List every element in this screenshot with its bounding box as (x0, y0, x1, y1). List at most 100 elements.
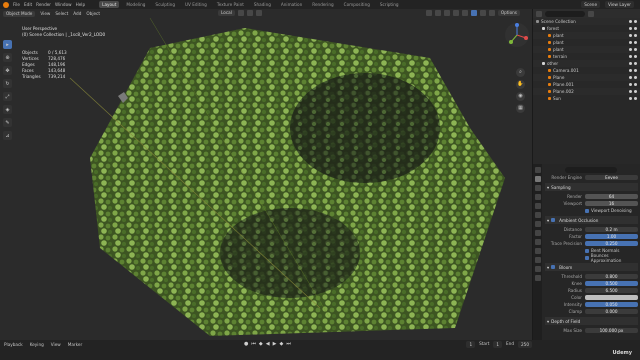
camera-view-icon[interactable]: ◉ (516, 92, 525, 101)
blender-logo-icon[interactable] (3, 1, 9, 8)
menu-window[interactable]: Window (55, 2, 72, 7)
filter-icon[interactable] (588, 10, 594, 17)
3d-viewport[interactable]: User Perspective (0) Scene Collection | … (0, 18, 532, 342)
tab-modeling[interactable]: Modeling (123, 1, 148, 8)
ao-trace-slider[interactable]: 0.250 (585, 241, 638, 246)
orientation-dropdown[interactable]: Local (218, 10, 235, 16)
overlay-toggle-icon[interactable] (443, 10, 450, 16)
wireframe-shading-icon[interactable] (461, 10, 468, 16)
move-tool-icon[interactable]: ✥ (3, 66, 12, 75)
eye-icon[interactable] (629, 27, 632, 30)
menu-file[interactable]: File (13, 2, 20, 7)
bloom-radius-field[interactable]: 6.500 (585, 288, 638, 293)
mode-dropdown[interactable]: Object Mode (3, 10, 36, 17)
outliner-row[interactable]: plant (533, 32, 640, 39)
view-layer-field[interactable]: View Layer (605, 1, 634, 8)
jump-start-icon[interactable]: ⏮ (251, 341, 256, 347)
jump-end-icon[interactable]: ⏭ (286, 341, 291, 347)
camera-render-icon[interactable] (634, 48, 637, 51)
sampling-render-field[interactable]: 64 (585, 194, 638, 199)
camera-render-icon[interactable] (634, 83, 637, 86)
timeline-marker-menu[interactable]: Marker (68, 342, 82, 347)
outliner-row[interactable]: Plane (533, 74, 640, 81)
outliner-row[interactable]: Plane.001 (533, 81, 640, 88)
scene-field[interactable]: Scene (581, 1, 601, 8)
camera-render-icon[interactable] (634, 41, 637, 44)
outliner-row[interactable]: Camera.001 (533, 67, 640, 74)
outliner-row[interactable]: other (533, 60, 640, 67)
pan-hand-icon[interactable]: ✋ (516, 80, 525, 89)
material-tab-icon[interactable] (534, 275, 541, 281)
camera-render-icon[interactable] (634, 76, 637, 79)
timeline-view-menu[interactable]: View (51, 342, 61, 347)
tab-sculpting[interactable]: Sculpting (152, 1, 178, 8)
output-tab-icon[interactable] (534, 185, 541, 191)
options-dropdown[interactable]: Options (497, 10, 520, 16)
bloom-color-swatch[interactable] (585, 295, 638, 300)
pivot-icon[interactable] (237, 10, 244, 16)
end-frame-field[interactable]: 250 (518, 341, 532, 348)
camera-render-icon[interactable] (634, 55, 637, 58)
gizmo-toggle-icon[interactable] (434, 10, 441, 16)
outliner-row[interactable]: Plane.002 (533, 88, 640, 95)
eye-icon[interactable] (629, 69, 632, 72)
outliner-row[interactable]: plant (533, 46, 640, 53)
record-icon[interactable]: ● (244, 341, 248, 347)
camera-render-icon[interactable] (634, 69, 637, 72)
physics-tab-icon[interactable] (534, 248, 541, 254)
eye-icon[interactable] (629, 34, 632, 37)
material-shading-icon[interactable] (479, 10, 486, 16)
next-keyframe-icon[interactable]: ◆ (279, 341, 283, 347)
cursor-tool-icon[interactable]: ⊕ (3, 53, 12, 62)
bounce-approx-checkbox[interactable] (585, 255, 589, 260)
select-box-tool-icon[interactable]: ▸ (3, 40, 12, 49)
measure-tool-icon[interactable]: ⊿ (3, 131, 12, 140)
timeline-playback-menu[interactable]: Playback (4, 342, 23, 347)
play-reverse-icon[interactable]: ◀ (266, 341, 270, 347)
outliner-row[interactable]: Scene Collection (533, 18, 640, 25)
particles-tab-icon[interactable] (534, 239, 541, 245)
sampling-panel-header[interactable]: ▾ Sampling (545, 183, 638, 191)
bloom-panel-header[interactable]: ▾ Bloom (545, 263, 638, 271)
tab-scripting[interactable]: Scripting (377, 1, 402, 8)
menu-help[interactable]: Help (76, 2, 86, 7)
bloom-clamp-field[interactable]: 0.000 (585, 309, 638, 314)
ao-distance-field[interactable]: 0.2 m (585, 227, 638, 232)
tab-layout[interactable]: Layout (99, 1, 120, 8)
play-icon[interactable]: ▶ (273, 341, 277, 347)
visibility-icon[interactable] (425, 10, 432, 16)
camera-render-icon[interactable] (634, 27, 637, 30)
data-tab-icon[interactable] (534, 266, 541, 272)
menu-select[interactable]: Select (55, 11, 68, 16)
tab-animation[interactable]: Animation (278, 1, 305, 8)
rotate-tool-icon[interactable]: ↻ (3, 79, 12, 88)
scale-tool-icon[interactable]: ⤢ (3, 92, 12, 101)
menu-view[interactable]: View (40, 11, 50, 16)
eye-icon[interactable] (629, 62, 632, 65)
eye-icon[interactable] (629, 55, 632, 58)
render-engine-dropdown[interactable]: Eevee (585, 175, 638, 180)
tab-texture-paint[interactable]: Texture Paint (214, 1, 247, 8)
annotate-tool-icon[interactable]: ✎ (3, 118, 12, 127)
solid-shading-icon[interactable] (470, 10, 477, 16)
xray-icon[interactable] (452, 10, 459, 16)
rendered-shading-icon[interactable] (488, 10, 495, 16)
outliner-row[interactable]: forest (533, 25, 640, 32)
dof-max-field[interactable]: 100.000 px (585, 328, 638, 333)
menu-edit[interactable]: Edit (24, 2, 32, 7)
display-mode-icon[interactable] (536, 10, 542, 17)
ao-factor-slider[interactable]: 1.00 (585, 234, 638, 239)
scene-tab-icon[interactable] (534, 203, 541, 209)
start-frame-field[interactable]: 1 (493, 341, 503, 348)
tab-shading[interactable]: Shading (251, 1, 274, 8)
sampling-viewport-field[interactable]: 16 (585, 201, 638, 206)
eye-icon[interactable] (629, 48, 632, 51)
outliner-row[interactable]: Sun (533, 95, 640, 102)
view-layer-tab-icon[interactable] (534, 194, 541, 200)
prev-keyframe-icon[interactable]: ◆ (259, 341, 263, 347)
ortho-toggle-icon[interactable]: ▦ (516, 104, 525, 113)
menu-add[interactable]: Add (73, 11, 81, 16)
camera-render-icon[interactable] (634, 62, 637, 65)
ao-panel-header[interactable]: ▾ Ambient Occlusion (545, 216, 638, 224)
bloom-threshold-field[interactable]: 0.800 (585, 274, 638, 279)
